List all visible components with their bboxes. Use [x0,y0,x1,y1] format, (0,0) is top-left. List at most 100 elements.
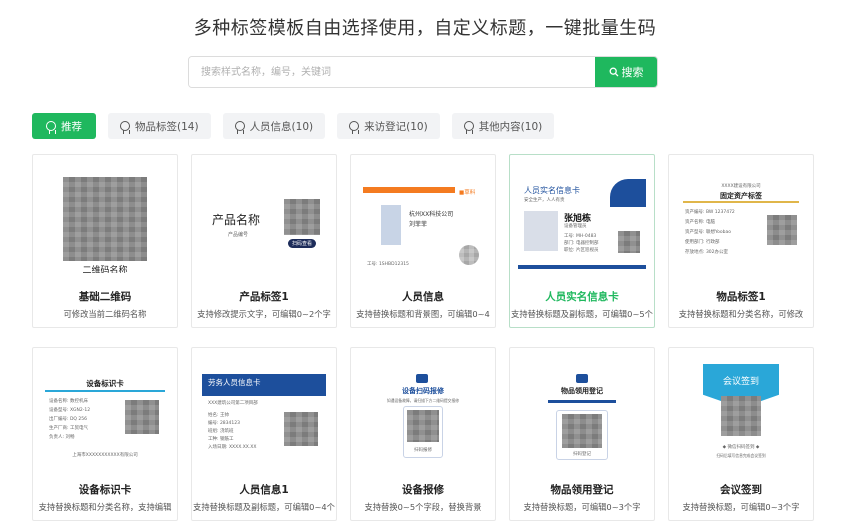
template-thumbnail: 人员实名信息卡 安全生产，人人有责 张旭栋 设备管理员 工号: MH-0483 … [518,163,646,273]
person-photo [381,205,401,245]
checkin-caption: ◆ 微信扫码签到 ◆ [722,445,760,450]
template-card-product-label[interactable]: 产品名称 产品编号 扫码查看 产品标签1 支持修改提示文字，可编辑0~2个字 [191,154,337,328]
tab-label: 推荐 [61,120,82,133]
product-code-text: 产品编号 [228,232,249,238]
info-line: 部门: 电器控制部 [564,241,599,246]
info-line: 工号: MH-0483 [564,234,597,239]
template-card-personnel-info1[interactable]: 劳务人员信息卡 XXX建筑公司第二项目部 姓名: 王帅 编号: 2834123 … [191,347,337,521]
footer-text: 上海市XXXXXXXXXXX有限公司 [72,453,138,458]
search-bar: 搜索 [188,56,658,88]
box-icon [576,374,588,383]
info-line: 编号: 2834123 [208,421,240,426]
info-line: 使用部门: 行政部 [685,240,720,245]
info-line: 工种: 钢筋工 [208,437,234,442]
template-card-realname-info[interactable]: 人员实名信息卡 安全生产，人人有责 张旭栋 设备管理员 工号: MH-0483 … [509,154,655,328]
template-description: 支持替换标题和分类名称，支持编辑 [38,502,172,512]
template-thumbnail: 物品领用登记 扫码登记 [518,356,646,466]
toolbox-icon [416,374,428,383]
template-card-personnel-info[interactable]: ■草料 杭州XX科技公司 刘菲菲 工号: 1SHBD12315 人员信息 支持替… [350,154,496,328]
checkin-note: 扫码后填写信息完成会议签到 [716,453,766,458]
template-card-item-requisition[interactable]: 物品领用登记 扫码登记 物品领用登记 支持替换标题，可编辑0~3个字 [509,347,655,521]
info-line: 入场日期: XXXX.XX.XX [208,445,257,450]
template-thumbnail: ■草料 杭州XX科技公司 刘菲菲 工号: 1SHBD12315 [359,163,487,273]
template-description: 支持替换标题，可编辑0~3个字 [523,502,641,512]
template-title: 物品标签1 [716,291,766,303]
search-button-label: 搜索 [621,66,644,79]
template-thumbnail: 二维码名称 [41,163,169,273]
brand-logo: ■草料 [459,190,476,196]
info-line: 设备名称: 数控机床 [49,399,88,404]
template-thumbnail: 会议签到 ◆ 微信扫码签到 ◆ 扫码后填写信息完成会议签到 [677,356,805,466]
footer-text: 扫码报修 [414,448,432,453]
qr-code-image [63,177,147,261]
card-header-text: 劳务人员信息卡 [208,378,261,387]
award-icon [120,121,130,134]
template-gallery-page: 多种标签模板自由选择使用，自定义标题，一键批量生码 搜索 推荐 物品标签(14)… [0,0,850,528]
card-header-text: 物品领用登记 [561,387,603,395]
info-line: 负责人: 刘畅 [49,435,75,440]
info-line: 资产型号: 联想Yoobao [685,230,731,235]
template-title: 会议签到 [720,484,762,496]
template-title: 人员实名信息卡 [545,291,619,303]
qr-code-image [284,412,318,446]
info-line: 姓名: 王帅 [208,413,229,418]
tab-recommended[interactable]: 推荐 [32,113,96,139]
template-title: 人员信息1 [239,484,289,496]
card-header-text: 设备标识卡 [86,379,124,388]
template-title: 人员信息 [402,291,444,303]
tab-item-labels[interactable]: 物品标签(14) [108,113,211,139]
header-swoosh [610,179,646,207]
qr-code-image [125,400,159,434]
template-card-equipment-repair[interactable]: 设备扫码报修 如遇设备故障，请扫描下方二维码提交报修 扫码报修 设备报修 支持替… [350,347,496,521]
template-description: 支持替换标题及副标题，可编辑0~4个 [193,502,335,512]
search-icon [609,67,618,77]
template-title: 产品标签1 [239,291,289,303]
card-header-text: 设备扫码报修 [402,387,444,395]
card-sub-text: XXX建筑公司第二项目部 [208,401,258,406]
product-name-text: 产品名称 [212,213,261,227]
orange-header-bar [363,187,455,193]
template-thumbnail: 设备标识卡 设备名称: 数控机床 设备型号: XGN2-12 出厂编号: DQ … [41,356,169,466]
info-line: 班组: 浇筑班 [208,429,234,434]
qr-code-image [721,396,761,436]
tab-personnel-info[interactable]: 人员信息(10) [222,113,326,139]
tab-label: 其他内容(10) [478,120,543,133]
template-title: 设备报修 [402,484,444,496]
card-header-text: 固定资产标签 [720,192,762,200]
template-title: 设备标识卡 [78,484,132,496]
award-icon [349,121,360,134]
info-line: 职位: 片区巡视员 [564,248,599,253]
template-description: 支持替换标题和背景图，可编辑0~4 [356,309,490,319]
template-thumbnail: 设备扫码报修 如遇设备故障，请扫描下方二维码提交报修 扫码报修 [359,356,487,466]
footer-text: 扫码登记 [573,452,591,457]
award-icon [463,121,474,134]
tab-visitor-registration[interactable]: 来访登记(10) [337,113,440,139]
search-input[interactable] [189,57,595,87]
person-photo [524,211,558,251]
template-card-item-label1[interactable]: XXXX建设有限公司 固定资产标签 资产编号: BW 1237472 资产名称:… [668,154,814,328]
scan-badge: 扫码查看 [288,239,317,248]
template-card-equipment-id[interactable]: 设备标识卡 设备名称: 数控机床 设备型号: XGN2-12 出厂编号: DQ … [32,347,178,521]
template-description: 支持替换标题和分类名称，可修改 [678,309,804,319]
divider-bar [683,201,799,203]
tab-label: 来访登记(10) [364,120,428,133]
info-line: 生产厂商: 工贸电气 [49,426,88,431]
footer-text: 工号: 1SHBD12315 [367,262,409,267]
divider-bar [548,400,616,403]
company-text: XXXX建设有限公司 [721,184,761,189]
info-line: 出厂编号: DQ 256 [49,417,87,422]
qr-code-image [459,245,479,265]
template-description: 可修改当前二维码名称 [63,309,147,319]
tab-other-content[interactable]: 其他内容(10) [451,113,555,139]
company-text: 杭州XX科技公司 [409,211,454,218]
template-card-basic-qr[interactable]: 二维码名称 基础二维码 可修改当前二维码名称 [32,154,178,328]
template-card-meeting-checkin[interactable]: 会议签到 ◆ 微信扫码签到 ◆ 扫码后填写信息完成会议签到 会议签到 支持替换标… [668,347,814,521]
card-header-text: 会议签到 [722,377,759,387]
footer-bar [518,265,646,269]
person-role: 设备管理员 [564,224,587,229]
info-line: 存放地点: 302办公室 [685,250,729,255]
info-line: 资产编号: BW 1237472 [685,210,735,215]
template-thumbnail: 劳务人员信息卡 XXX建筑公司第二项目部 姓名: 王帅 编号: 2834123 … [200,356,328,466]
template-thumbnail: 产品名称 产品编号 扫码查看 [200,163,328,273]
search-button[interactable]: 搜索 [595,57,657,87]
